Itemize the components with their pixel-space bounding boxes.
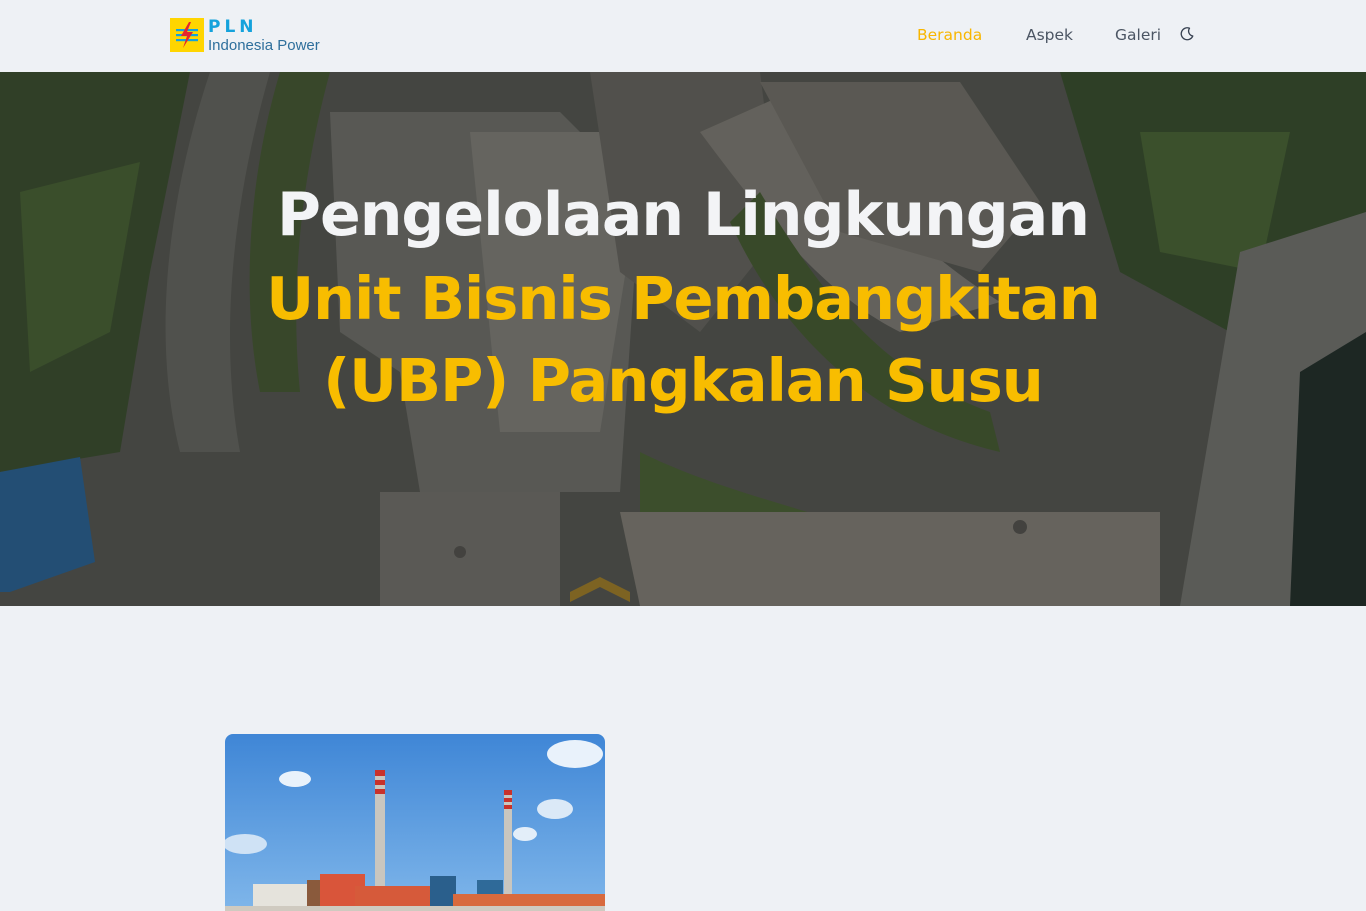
theme-toggle-button[interactable] <box>1179 26 1195 42</box>
brand-name: PLN <box>208 17 258 37</box>
hero-title-line-1: Pengelolaan Lingkungan <box>277 180 1090 250</box>
moon-icon <box>1180 27 1194 41</box>
hero-title-line-3: (UBP) Pangkalan Susu <box>323 346 1044 415</box>
nav-link-aspek[interactable]: Aspek <box>1026 26 1073 44</box>
nav-link-beranda[interactable]: Beranda <box>917 26 982 44</box>
brand-subtitle: Indonesia Power <box>208 37 320 54</box>
brand-logo[interactable]: PLN Indonesia Power <box>170 18 320 53</box>
hero-title-line-2: Unit Bisnis Pembangkitan <box>266 264 1101 333</box>
hero-overlay <box>0 72 1366 606</box>
nav-link-galeri[interactable]: Galeri <box>1115 26 1161 44</box>
pln-logo-icon <box>170 18 204 52</box>
power-plant-photo <box>225 734 605 911</box>
navbar: PLN Indonesia Power Beranda Aspek Galeri <box>0 0 1366 72</box>
hero-section: Pengelolaan Lingkungan Unit Bisnis Pemba… <box>0 72 1366 606</box>
